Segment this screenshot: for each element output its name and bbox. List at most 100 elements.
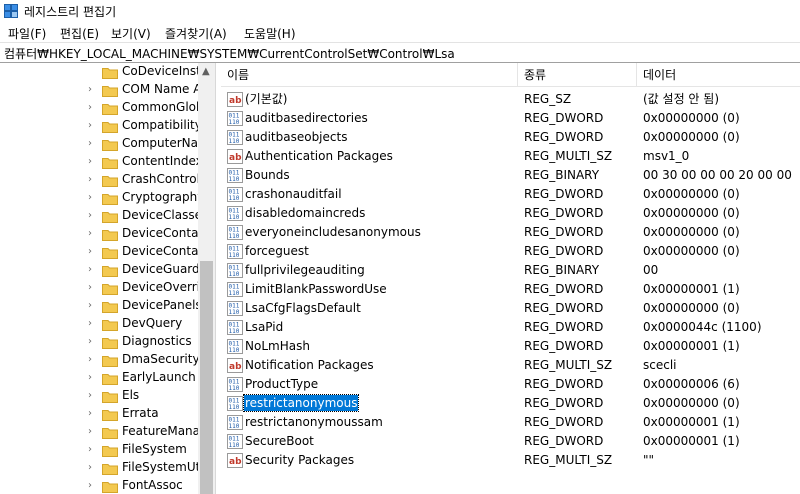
value-row[interactable]: 011 110 forceguest REG_DWORD 0x00000000 (0) xyxy=(221,242,800,261)
expand-chevron-icon[interactable]: › xyxy=(88,174,96,186)
tree-item[interactable]: › Compatibility xyxy=(0,117,198,135)
tree-item[interactable]: › ContentIndex xyxy=(0,153,198,171)
menu-file[interactable]: 파일(F) xyxy=(8,25,46,42)
menu-favorites[interactable]: 즐겨찾기(A) xyxy=(165,25,227,42)
value-row[interactable]: 011 110 fullprivilegeauditing REG_BINARY 00 xyxy=(221,261,800,280)
tree-item[interactable]: › Cryptography xyxy=(0,189,198,207)
menu-edit[interactable]: 편집(E) xyxy=(60,25,99,42)
value-name[interactable]: ProductType xyxy=(244,376,319,392)
value-name[interactable]: auditbaseobjects xyxy=(244,129,348,145)
expand-chevron-icon[interactable]: › xyxy=(88,102,96,114)
tree-item[interactable]: › Els xyxy=(0,387,198,405)
tree-item[interactable]: › DeviceClasses xyxy=(0,207,198,225)
menu-help[interactable]: 도움말(H) xyxy=(244,25,296,42)
column-data-header[interactable]: 데이터 xyxy=(637,63,800,87)
menu-view[interactable]: 보기(V) xyxy=(111,25,151,42)
value-row[interactable]: 011 110 disabledomaincreds REG_DWORD 0x00000… xyxy=(221,204,800,223)
expand-chevron-icon[interactable]: › xyxy=(88,120,96,132)
address-bar[interactable]: 컴퓨터₩HKEY_LOCAL_MACHINE₩SYSTEM₩CurrentCon… xyxy=(0,42,800,63)
value-list[interactable]: 이름 종류 데이터 ab (기본값) REG_SZ (값 설정 안 됨) 011 110 a… xyxy=(221,63,800,494)
value-name[interactable]: Authentication Packages xyxy=(244,148,394,164)
value-row[interactable]: 011 110 restrictanonymous REG_DWORD 0x000000… xyxy=(221,394,800,413)
value-row[interactable]: ab Security Packages REG_MULTI_SZ "" xyxy=(221,451,800,470)
value-name[interactable]: forceguest xyxy=(244,243,310,259)
tree-item[interactable]: CoDeviceInsta xyxy=(0,63,198,81)
value-name[interactable]: SecureBoot xyxy=(244,433,315,449)
value-name[interactable]: restrictanonymoussam xyxy=(244,414,384,430)
value-name[interactable]: LsaCfgFlagsDefault xyxy=(244,300,362,316)
expand-chevron-icon[interactable]: › xyxy=(88,318,96,330)
expand-chevron-icon[interactable]: › xyxy=(88,336,96,348)
value-row[interactable]: 011 110 SecureBoot REG_DWORD 0x00000001 (1) xyxy=(221,432,800,451)
value-name[interactable]: disabledomaincreds xyxy=(244,205,366,221)
expand-chevron-icon[interactable]: › xyxy=(88,480,96,492)
expand-chevron-icon[interactable]: › xyxy=(88,138,96,150)
scrollbar-thumb[interactable] xyxy=(200,261,213,494)
tree-item[interactable]: › DevQuery xyxy=(0,315,198,333)
value-name[interactable]: crashonauditfail xyxy=(244,186,343,202)
tree-item[interactable]: › FontAssoc xyxy=(0,477,198,494)
value-name[interactable]: LsaPid xyxy=(244,319,284,335)
expand-chevron-icon[interactable]: › xyxy=(88,426,96,438)
value-row[interactable]: ab Authentication Packages REG_MULTI_SZ msv… xyxy=(221,147,800,166)
column-name-header[interactable]: 이름 xyxy=(221,63,518,87)
value-row[interactable]: 011 110 Bounds REG_BINARY 00 30 00 00 00 20 … xyxy=(221,166,800,185)
expand-chevron-icon[interactable]: › xyxy=(88,210,96,222)
value-row[interactable]: 011 110 LimitBlankPasswordUse REG_DWORD 0x00… xyxy=(221,280,800,299)
expand-chevron-icon[interactable]: › xyxy=(88,390,96,402)
tree-item[interactable]: › DmaSecurity xyxy=(0,351,198,369)
expand-chevron-icon[interactable]: › xyxy=(88,354,96,366)
value-name[interactable]: restrictanonymous xyxy=(242,394,360,412)
tree-item[interactable]: › FeatureManag xyxy=(0,423,198,441)
value-name[interactable]: Security Packages xyxy=(244,452,355,468)
tree-item[interactable]: › ComputerNan xyxy=(0,135,198,153)
value-name[interactable]: Notification Packages xyxy=(244,357,375,373)
value-row[interactable]: 011 110 auditbasedirectories REG_DWORD 0x000… xyxy=(221,109,800,128)
column-type-header[interactable]: 종류 xyxy=(518,63,637,87)
expand-chevron-icon[interactable]: › xyxy=(88,300,96,312)
tree-item[interactable]: › CommonGlob xyxy=(0,99,198,117)
value-name[interactable]: everyoneincludesanonymous xyxy=(244,224,422,240)
value-row[interactable]: 011 110 ProductType REG_DWORD 0x00000006 (6) xyxy=(221,375,800,394)
expand-chevron-icon[interactable]: › xyxy=(88,408,96,420)
tree-item[interactable]: › FileSystemUtil xyxy=(0,459,198,477)
value-name[interactable]: NoLmHash xyxy=(244,338,311,354)
value-name[interactable]: (기본값) xyxy=(244,91,288,107)
value-row[interactable]: ab Notification Packages REG_MULTI_SZ scecl… xyxy=(221,356,800,375)
value-row[interactable]: 011 110 crashonauditfail REG_DWORD 0x0000000… xyxy=(221,185,800,204)
tree-scrollbar[interactable]: ▲ xyxy=(198,63,215,494)
tree-item[interactable]: › CrashControl xyxy=(0,171,198,189)
tree-item[interactable]: › EarlyLaunch xyxy=(0,369,198,387)
scroll-up-arrow-icon[interactable]: ▲ xyxy=(202,66,210,77)
tree-item[interactable]: › Diagnostics xyxy=(0,333,198,351)
tree-item[interactable]: › DeviceContair xyxy=(0,225,198,243)
value-row[interactable]: ab (기본값) REG_SZ (값 설정 안 됨) xyxy=(221,90,800,109)
value-name[interactable]: Bounds xyxy=(244,167,291,183)
value-row[interactable]: 011 110 NoLmHash REG_DWORD 0x00000001 (1) xyxy=(221,337,800,356)
expand-chevron-icon[interactable]: › xyxy=(88,192,96,204)
value-name[interactable]: auditbasedirectories xyxy=(244,110,369,126)
tree-item[interactable]: › COM Name A xyxy=(0,81,198,99)
value-name[interactable]: LimitBlankPasswordUse xyxy=(244,281,388,297)
value-row[interactable]: 011 110 auditbaseobjects REG_DWORD 0x0000000… xyxy=(221,128,800,147)
tree-item[interactable]: › DeviceContair xyxy=(0,243,198,261)
expand-chevron-icon[interactable]: › xyxy=(88,372,96,384)
value-row[interactable]: 011 110 restrictanonymoussam REG_DWORD 0x000… xyxy=(221,413,800,432)
value-row[interactable]: 011 110 LsaCfgFlagsDefault REG_DWORD 0x00000… xyxy=(221,299,800,318)
tree-item[interactable]: › DeviceGuard xyxy=(0,261,198,279)
tree-item[interactable]: › FileSystem xyxy=(0,441,198,459)
tree-item[interactable]: › DeviceOverrid xyxy=(0,279,198,297)
key-tree[interactable]: CoDeviceInsta › COM Name A › CommonGlob › Comp… xyxy=(0,63,215,494)
expand-chevron-icon[interactable]: › xyxy=(88,444,96,456)
value-row[interactable]: 011 110 LsaPid REG_DWORD 0x0000044c (1100) xyxy=(221,318,800,337)
expand-chevron-icon[interactable]: › xyxy=(88,228,96,240)
value-row[interactable]: 011 110 everyoneincludesanonymous REG_DWORD… xyxy=(221,223,800,242)
value-name[interactable]: fullprivilegeauditing xyxy=(244,262,366,278)
tree-item[interactable]: › DevicePanels xyxy=(0,297,198,315)
expand-chevron-icon[interactable]: › xyxy=(88,84,96,96)
expand-chevron-icon[interactable]: › xyxy=(88,156,96,168)
address-path[interactable]: 컴퓨터₩HKEY_LOCAL_MACHINE₩SYSTEM₩CurrentCon… xyxy=(4,45,455,62)
expand-chevron-icon[interactable]: › xyxy=(88,462,96,474)
tree-item[interactable]: › Errata xyxy=(0,405,198,423)
expand-chevron-icon[interactable]: › xyxy=(88,264,96,276)
